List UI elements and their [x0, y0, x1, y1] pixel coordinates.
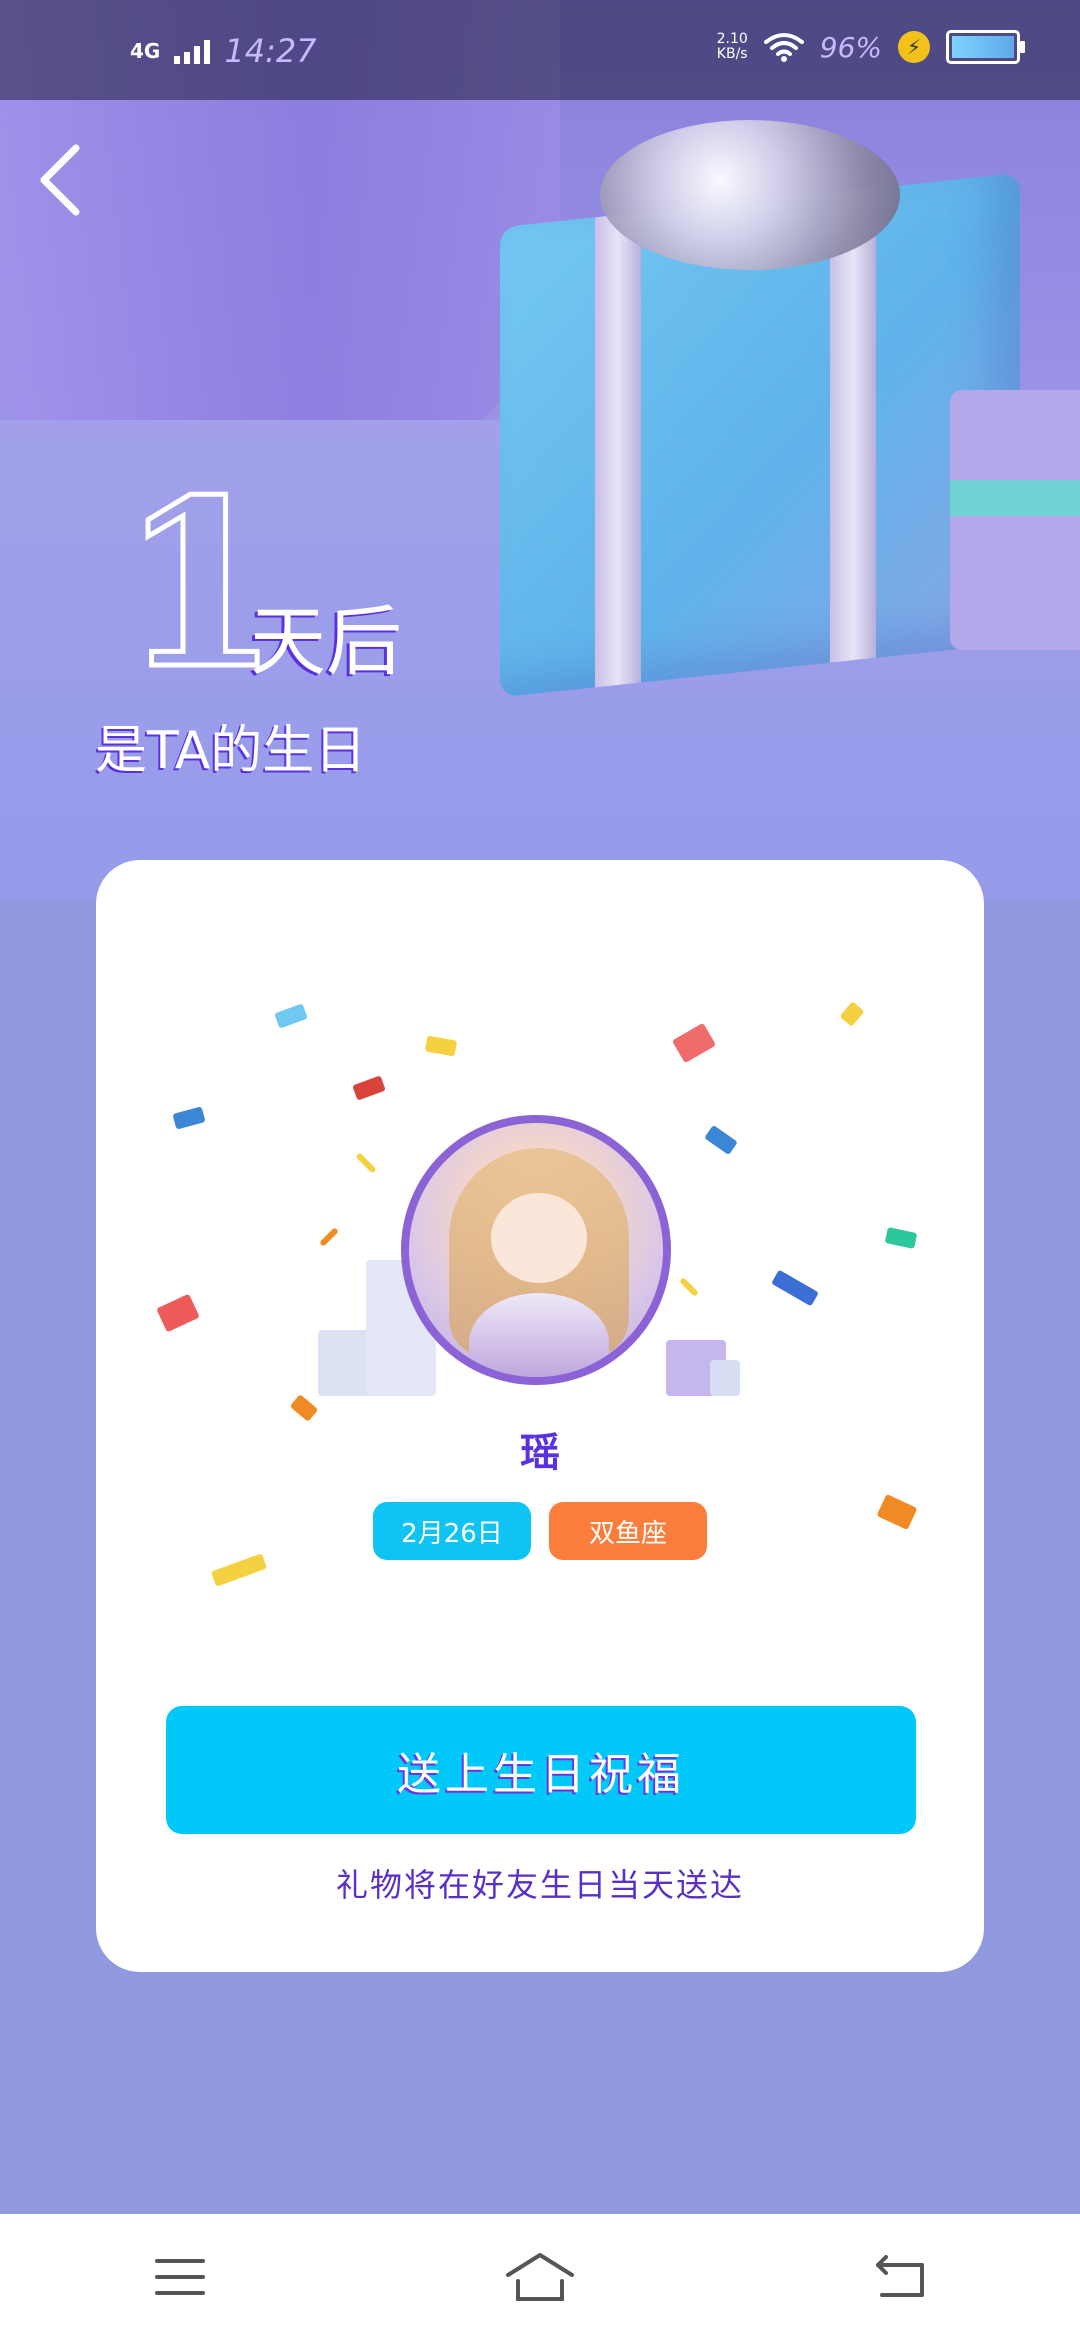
confetti-piece	[771, 1269, 819, 1307]
menu-icon	[155, 2259, 205, 2295]
chevron-left-icon	[40, 144, 80, 216]
system-nav-bar	[0, 2214, 1080, 2340]
delivery-note: 礼物将在好友生日当天送达	[335, 1866, 744, 1904]
zodiac-badge: 双鱼座	[549, 1502, 707, 1560]
menu-button[interactable]	[135, 2232, 225, 2322]
send-wishes-button[interactable]: 送上生日祝福	[166, 1706, 916, 1834]
confetti-piece	[172, 1106, 206, 1130]
decor-gift	[710, 1360, 740, 1396]
decor-side-box	[950, 390, 1080, 650]
confetti-piece	[319, 1227, 339, 1247]
home-icon	[506, 2253, 574, 2301]
signal-icon	[174, 38, 211, 64]
birthday-card: 瑶 2月26日 双鱼座 送上生日祝福 礼物将在好友生日当天送达	[96, 860, 984, 1972]
network-speed: 2.10 KB/s	[716, 30, 748, 63]
speed-unit: KB/s	[716, 46, 748, 62]
speed-value: 2.10	[716, 30, 748, 47]
charging-icon: ⚡	[898, 31, 930, 63]
decor-ribbon	[830, 187, 876, 663]
confetti-piece	[704, 1124, 738, 1156]
status-bar: 4G 14:27 2.10 KB/s 96% ⚡	[0, 0, 1080, 100]
confetti-piece	[424, 1035, 458, 1057]
confetti-piece	[679, 1277, 699, 1297]
battery-icon	[946, 30, 1025, 64]
avatar[interactable]	[401, 1115, 671, 1385]
decor-bow	[600, 120, 900, 270]
return-button[interactable]	[855, 2232, 945, 2322]
confetti-piece	[156, 1293, 200, 1333]
profile-tags: 2月26日 双鱼座	[96, 1502, 984, 1560]
countdown-unit: 天后	[250, 597, 402, 686]
wifi-icon	[763, 33, 804, 62]
clock: 14:27	[224, 32, 317, 70]
birthday-date-badge: 2月26日	[373, 1502, 531, 1560]
return-icon	[876, 2255, 924, 2297]
network-label: 4G	[130, 39, 161, 63]
home-button[interactable]	[495, 2232, 585, 2322]
confetti-piece	[671, 1022, 717, 1064]
friend-name: 瑶	[520, 1430, 560, 1476]
confetti-piece	[289, 1394, 319, 1422]
confetti-piece	[839, 1001, 865, 1027]
battery-percent: 96%	[819, 30, 882, 64]
confetti-piece	[884, 1227, 918, 1249]
back-button[interactable]	[20, 140, 100, 220]
decor-ribbon	[595, 212, 641, 688]
confetti-piece	[355, 1152, 377, 1174]
confetti-piece	[274, 1003, 308, 1029]
confetti-piece	[352, 1075, 386, 1101]
countdown-subtitle: 是TA的生日	[95, 721, 367, 781]
